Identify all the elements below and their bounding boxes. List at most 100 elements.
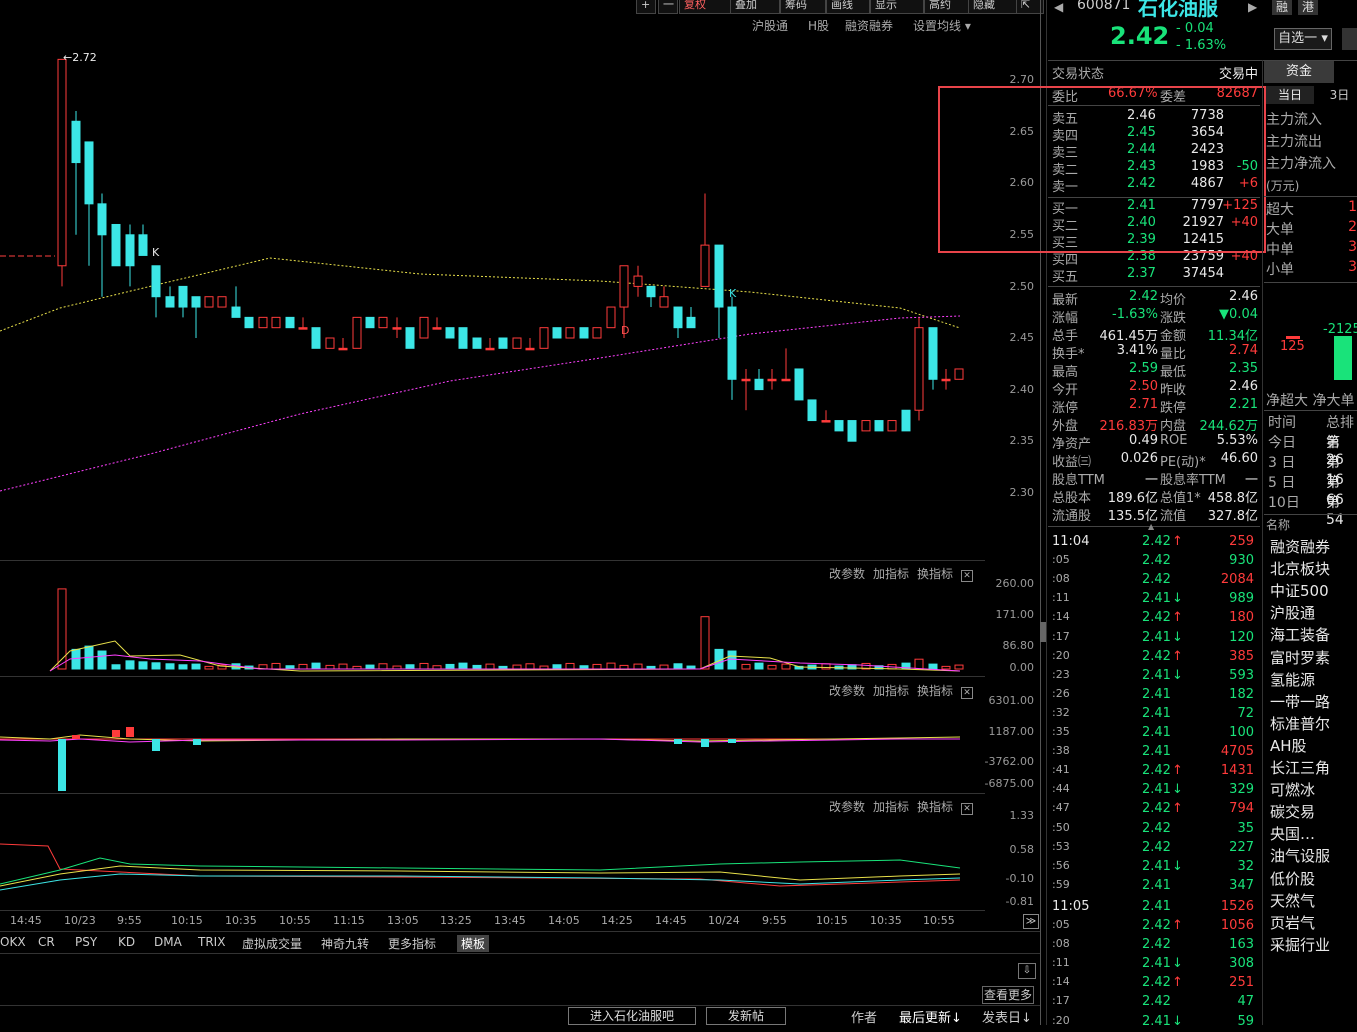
candle[interactable] — [125, 234, 135, 267]
capital-tab[interactable]: 资金 — [1264, 61, 1334, 83]
sector-item[interactable]: 北京板块 — [1270, 558, 1357, 579]
last-update-column[interactable]: 最后更新↓ — [899, 1007, 962, 1026]
ma-settings-link[interactable]: 设置均线 ▾ — [913, 17, 971, 34]
candle[interactable] — [298, 327, 308, 330]
post-date-column[interactable]: 发表日↓ — [982, 1007, 1032, 1026]
candle[interactable] — [714, 244, 724, 308]
candle[interactable] — [619, 265, 629, 308]
candle[interactable] — [485, 347, 495, 351]
sector-item[interactable]: 天然气 — [1270, 890, 1357, 911]
candle[interactable] — [592, 327, 602, 339]
sector-item[interactable]: 海工装备 — [1270, 624, 1357, 645]
candle[interactable] — [794, 368, 804, 401]
sector-item[interactable]: 中证500 — [1270, 580, 1357, 601]
indicator-tab[interactable]: KD — [118, 935, 135, 949]
candle[interactable] — [458, 327, 468, 349]
candle-panel[interactable] — [0, 36, 985, 561]
overlay-button[interactable]: 叠加 — [730, 0, 780, 14]
candle[interactable] — [901, 409, 911, 432]
candle[interactable] — [258, 316, 268, 329]
candle[interactable] — [498, 337, 508, 349]
sector-item[interactable]: 采掘行业 — [1270, 934, 1357, 955]
next-stock-icon[interactable]: ▶ — [1248, 0, 1257, 14]
candle[interactable] — [285, 316, 295, 329]
candle[interactable] — [727, 306, 737, 380]
candle[interactable] — [71, 120, 81, 164]
hide-button[interactable]: 隐藏 — [968, 0, 1018, 14]
fuquan-button[interactable]: 复权 — [679, 0, 731, 14]
candle[interactable] — [928, 327, 938, 380]
sector-item[interactable]: 央国… — [1270, 823, 1357, 844]
3day-tab[interactable]: 3日 — [1322, 86, 1357, 104]
display-button[interactable]: 显示 — [870, 0, 924, 14]
sector-item[interactable]: 低价股 — [1270, 868, 1357, 889]
indicator-tab[interactable]: CR — [38, 935, 55, 949]
prev-stock-icon[interactable]: ◀ — [1054, 0, 1063, 14]
close-icon[interactable]: ✕ — [961, 803, 974, 815]
candle[interactable] — [887, 420, 897, 432]
candle[interactable] — [325, 337, 335, 349]
author-column[interactable]: 作者 — [851, 1007, 877, 1026]
indicator-tab[interactable]: 模板 — [457, 935, 490, 952]
candle[interactable] — [700, 244, 710, 287]
candle[interactable] — [579, 327, 589, 339]
candle[interactable] — [686, 316, 696, 329]
sector-item[interactable]: 沪股通 — [1270, 602, 1357, 623]
candle[interactable] — [646, 285, 656, 298]
indicator-tab[interactable]: TRIX — [198, 935, 225, 949]
collapse-icon[interactable]: ⇩ — [1018, 963, 1036, 979]
candle[interactable] — [405, 327, 415, 349]
h-share-link[interactable]: H股 — [808, 17, 829, 34]
sector-item[interactable]: AH股 — [1270, 735, 1357, 756]
close-icon[interactable]: ✕ — [961, 570, 974, 582]
candle[interactable] — [217, 296, 227, 308]
edit-params-button[interactable]: 改参数 — [829, 684, 865, 698]
candle[interactable] — [954, 368, 964, 380]
candle[interactable] — [781, 378, 791, 382]
draw-line-button[interactable]: 画线 — [826, 0, 870, 14]
candle[interactable] — [271, 316, 281, 329]
candle[interactable] — [741, 378, 751, 382]
candle[interactable] — [847, 420, 857, 442]
sector-item[interactable]: 富时罗素 — [1270, 647, 1357, 668]
sector-item[interactable]: 长江三角 — [1270, 757, 1357, 778]
candle[interactable] — [352, 316, 362, 349]
candle[interactable] — [821, 420, 831, 423]
candle[interactable] — [525, 347, 535, 351]
candle[interactable] — [151, 265, 161, 298]
candle[interactable] — [204, 296, 214, 308]
zoom-out-button[interactable]: 一 — [658, 0, 678, 14]
candle[interactable] — [57, 58, 67, 267]
candle[interactable] — [97, 203, 107, 236]
indicator-tab[interactable]: 虚拟成交量 — [242, 935, 302, 952]
watchlist-dropdown[interactable]: 自选一 ▾ — [1274, 28, 1332, 50]
sector-item[interactable]: 碳交易 — [1270, 801, 1357, 822]
indicator-tab[interactable]: 神奇九转 — [321, 935, 369, 952]
edit-params-button[interactable]: 改参数 — [829, 567, 865, 581]
candle[interactable] — [767, 378, 777, 382]
indicator-tab[interactable]: OKX — [0, 935, 26, 949]
candle[interactable] — [565, 327, 575, 339]
margin-tag[interactable]: 融 — [1272, 0, 1292, 15]
candle[interactable] — [311, 327, 321, 349]
candle[interactable] — [178, 285, 188, 308]
candle[interactable] — [472, 337, 482, 349]
hugutong-link[interactable]: 沪股通 — [752, 17, 788, 34]
candle[interactable] — [874, 420, 884, 432]
candle[interactable] — [138, 234, 148, 256]
switch-indicator-button[interactable]: 换指标 — [917, 800, 953, 814]
candle[interactable] — [659, 296, 669, 308]
candlestick-chart[interactable] — [0, 36, 985, 560]
add-indicator-button[interactable]: 加指标 — [873, 567, 909, 581]
zoom-in-button[interactable]: + — [636, 0, 656, 14]
candle[interactable] — [633, 275, 643, 287]
sector-item[interactable]: 氢能源 — [1270, 669, 1357, 690]
candle[interactable] — [941, 378, 951, 382]
sector-item[interactable]: 标准普尔 — [1270, 713, 1357, 734]
candle[interactable] — [244, 316, 254, 329]
candle[interactable] — [445, 327, 455, 339]
view-more-button[interactable]: 查看更多 — [982, 986, 1034, 1004]
candle[interactable] — [84, 141, 94, 205]
sector-item[interactable]: 油气设服 — [1270, 845, 1357, 866]
candle[interactable] — [834, 420, 844, 432]
